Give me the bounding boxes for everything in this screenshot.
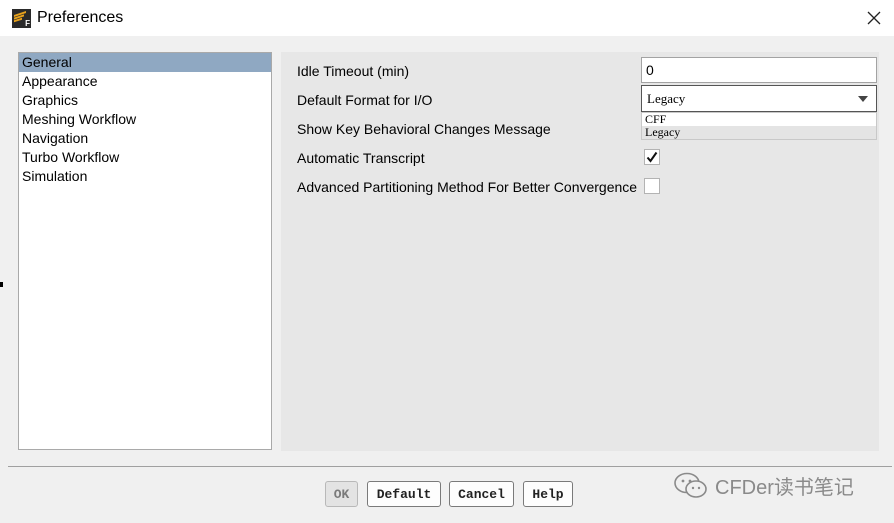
nav-item-navigation[interactable]: Navigation [19,129,271,148]
automatic-transcript-label: Automatic Transcript [297,150,425,166]
default-format-label: Default Format for I/O [297,92,433,108]
ok-button[interactable]: OK [325,481,358,507]
default-format-dropdown-list: CFF Legacy [641,112,877,140]
nav-item-appearance[interactable]: Appearance [19,72,271,91]
chevron-down-icon [858,96,868,102]
close-button[interactable] [858,3,890,33]
footer-divider [8,466,892,467]
checkmark-icon [646,151,658,163]
wechat-icon [674,472,707,498]
nav-item-simulation[interactable]: Simulation [19,167,271,186]
window-title: Preferences [37,9,124,26]
idle-timeout-input[interactable] [641,57,877,83]
nav-item-graphics[interactable]: Graphics [19,91,271,110]
idle-timeout-label: Idle Timeout (min) [297,63,410,79]
cancel-button[interactable]: Cancel [449,481,514,507]
category-list[interactable]: General Appearance Graphics Meshing Work… [18,52,272,450]
nav-item-meshing-workflow[interactable]: Meshing Workflow [19,110,271,129]
app-logo-letter: F [25,19,30,28]
default-format-select[interactable]: Legacy [641,85,877,112]
nav-item-turbo-workflow[interactable]: Turbo Workflow [19,148,271,167]
app-logo-icon: F [12,9,31,28]
help-button[interactable]: Help [523,481,573,507]
format-option-legacy[interactable]: Legacy [642,126,876,139]
title-bar: F Preferences [0,0,894,36]
advanced-partitioning-checkbox[interactable] [644,178,660,194]
automatic-transcript-checkbox[interactable] [644,149,660,165]
watermark-text: CFDer读书笔记 [715,477,854,499]
default-format-selected-value: Legacy [647,91,686,106]
show-key-changes-label: Show Key Behavioral Changes Message [297,121,551,137]
general-settings-panel: Idle Timeout (min) Default Format for I/… [281,52,879,451]
edge-mark [0,282,3,287]
nav-item-general[interactable]: General [19,53,271,72]
watermark: CFDer读书笔记 [673,471,854,500]
advanced-partitioning-label: Advanced Partitioning Method For Better … [297,179,638,195]
close-icon [867,11,881,25]
default-button[interactable]: Default [367,481,441,507]
